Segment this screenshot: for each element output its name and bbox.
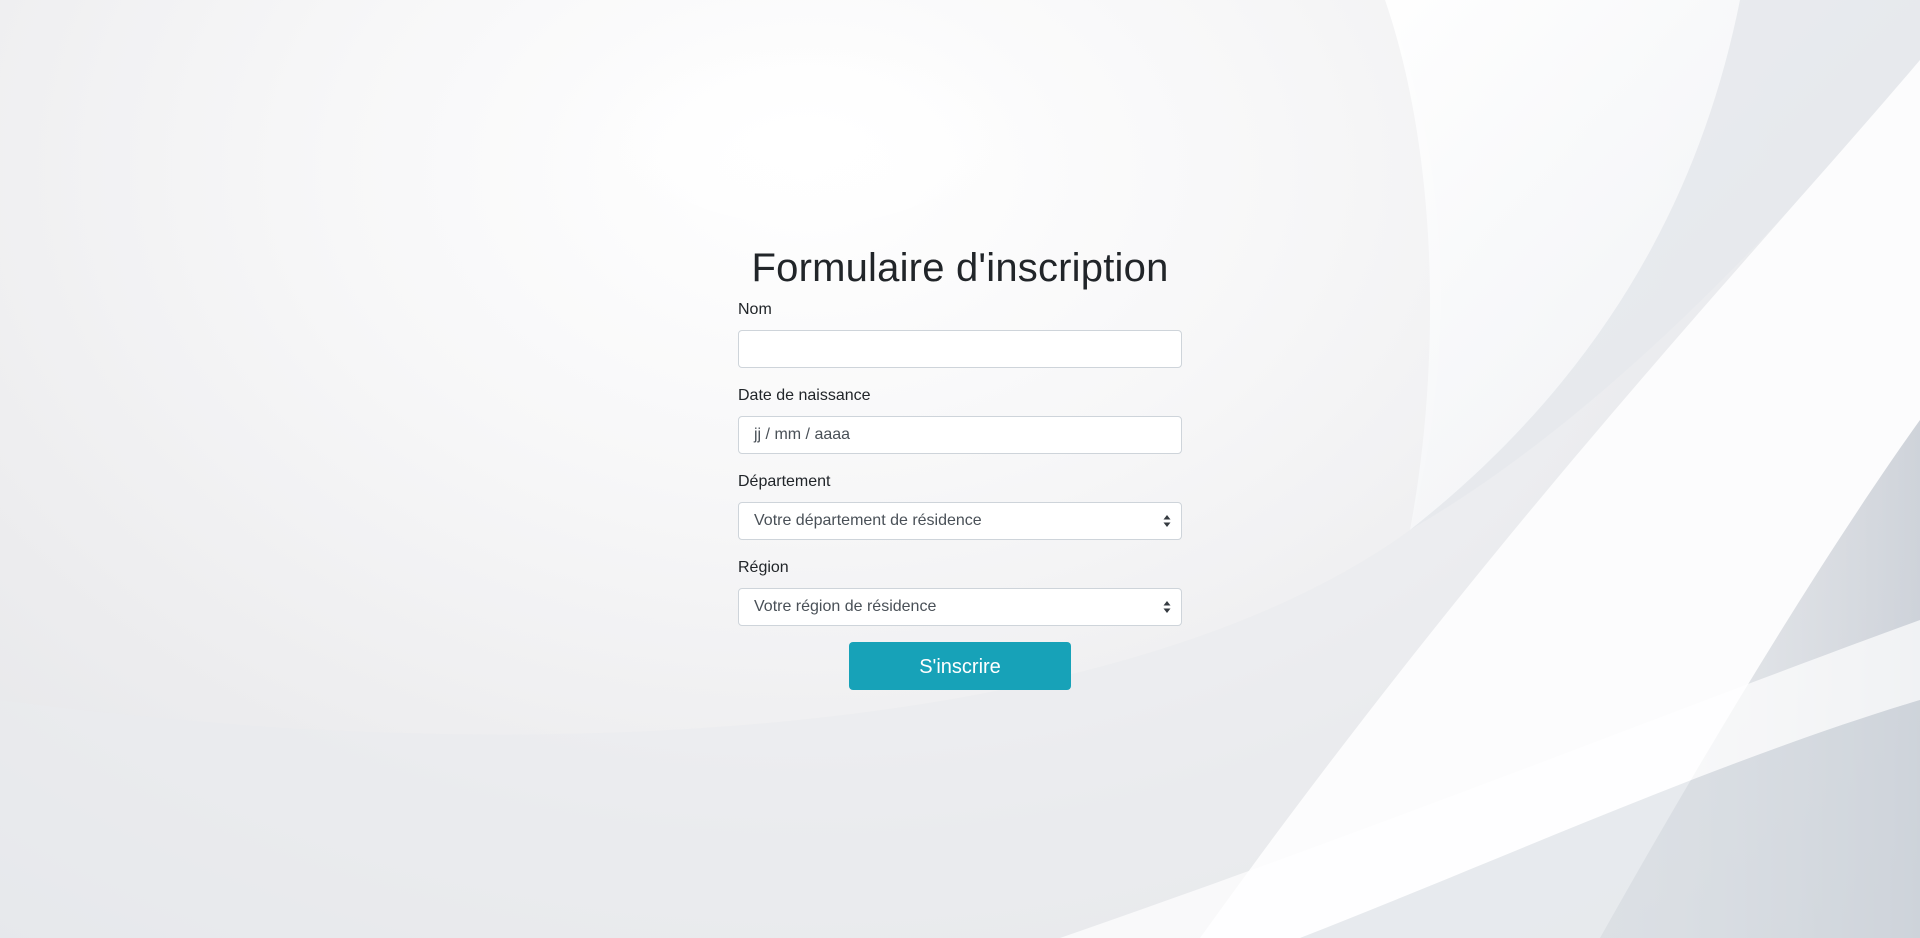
page-title: Formulaire d'inscription	[751, 246, 1169, 290]
birthdate-placeholder: jj / mm / aaaa	[754, 426, 851, 443]
birthdate-label: Date de naissance	[738, 387, 871, 404]
birthdate-input[interactable]: jj / mm / aaaa	[738, 416, 1182, 454]
select-arrows-icon	[1163, 515, 1171, 527]
department-label: Département	[738, 473, 831, 490]
region-field-group: Région Votre région de résidence	[738, 556, 1182, 626]
select-arrows-icon	[1163, 601, 1171, 613]
department-selected-value: Votre département de résidence	[754, 512, 982, 529]
name-input[interactable]	[738, 330, 1182, 368]
birthdate-field-group: Date de naissance jj / mm / aaaa	[738, 384, 1182, 454]
region-select[interactable]: Votre région de résidence	[738, 588, 1182, 626]
department-select[interactable]: Votre département de résidence	[738, 502, 1182, 540]
form-actions: S'inscrire	[738, 642, 1182, 690]
name-label: Nom	[738, 301, 772, 318]
department-field-group: Département Votre département de résiden…	[738, 470, 1182, 540]
registration-form: Formulaire d'inscription Nom Date de nai…	[738, 244, 1182, 690]
region-selected-value: Votre région de résidence	[754, 598, 937, 615]
submit-button[interactable]: S'inscrire	[849, 642, 1071, 690]
name-field-group: Nom	[738, 298, 1182, 368]
region-label: Région	[738, 559, 789, 576]
